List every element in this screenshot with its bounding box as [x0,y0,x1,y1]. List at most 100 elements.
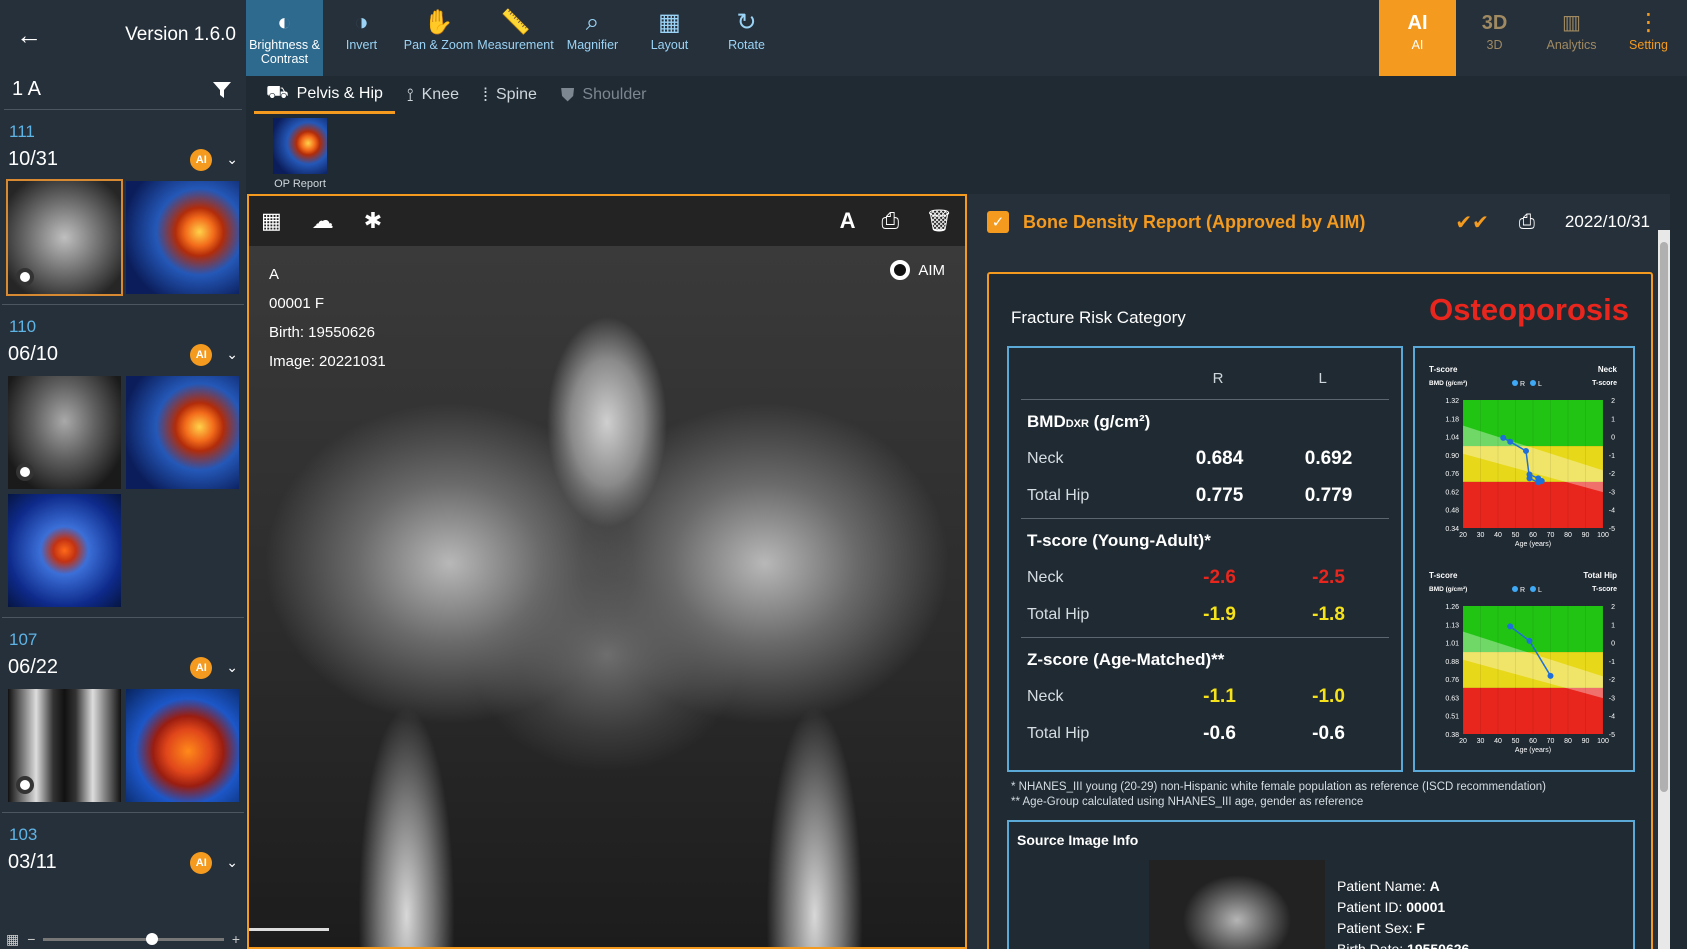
chevron-down-icon[interactable]: ⌄ [226,659,238,676]
bmd-tick-label: 0.90 [1445,453,1459,460]
chart-title: Total Hip [1583,571,1617,580]
trash-icon[interactable]: 🗑 [925,208,953,234]
col-right: R [1212,370,1224,387]
tool-brightness-contrast[interactable]: ◐ Brightness & Contrast [246,0,323,76]
more-vertical-icon: ⋮ [1636,9,1661,36]
tool-ai[interactable]: AI AI [1379,0,1456,76]
source-title: Source Image Info [1017,832,1139,848]
tool-label: 3D [1486,38,1503,52]
tool-analytics[interactable]: ▥ Analytics [1533,0,1610,76]
study-id: 110 [9,317,37,336]
slider-knob[interactable] [145,932,158,945]
back-arrow-icon[interactable]: ← [16,22,42,48]
footnotes: * NHANES_III young (20-29) non-Hispanic … [1011,780,1546,810]
report-thumbnail-strip: OP Report [246,114,1687,194]
table-icon[interactable]: ▦ [261,208,282,234]
bmd-tick-label: 0.38 [1445,732,1459,739]
bmd-tick-label: 1.32 [1445,398,1459,405]
3d-icon: 3D [1481,12,1508,34]
chart-title: Neck [1598,365,1618,374]
op-report-thumbnail[interactable]: OP Report [272,118,328,194]
bmd-tick-label: 0.76 [1445,677,1459,684]
t-score-tick-label: 0 [1611,641,1615,648]
thumbnail-spine-3d[interactable] [8,494,121,607]
zoom-in-icon[interactable]: + [232,931,240,947]
zoom-out-icon[interactable]: − [27,931,35,947]
tool-magnifier[interactable]: ⌕ Magnifier [554,0,631,76]
x-tick-label: 80 [1564,532,1572,539]
thumbnail-xray-pelvis[interactable] [6,179,123,296]
table-row: Neck 0.684 0.692 [1027,447,1353,469]
bug-icon[interactable]: ✱ [364,208,382,234]
study-item[interactable]: 111 10/31 AI ⌄ [2,110,244,305]
slider-track[interactable] [43,932,224,945]
tool-invert[interactable]: ◑ Invert [323,0,400,76]
print-icon[interactable]: ⎙ [1519,211,1535,234]
t-score-tick-label: 1 [1611,416,1615,423]
thumbnail-xray-spine[interactable] [8,376,121,489]
legend-label-r: R [1520,381,1525,388]
tab-spine[interactable]: ⁞ Spine [471,76,549,114]
grid-icon: ▦ [6,930,20,947]
source-image-info: Source Image Info Patient Name: A Patien… [1007,820,1635,949]
orientation-label: A [269,266,280,283]
section-title: T-score (Young-Adult)* [1027,531,1211,550]
chart-neck: T-score Neck BMD (g/cm²) T-score R L 1.32 1.18 1… [1421,360,1625,554]
tab-shoulder[interactable]: ⛊ Shoulder [549,76,659,114]
invert-icon: ◑ [354,9,369,36]
cloud-upload-icon[interactable]: ☁ [312,208,334,234]
x-tick-label: 50 [1512,532,1520,539]
study-id: 103 [9,825,38,844]
study-item[interactable]: 110 06/10 AI ⌄ [2,305,244,618]
tool-rotate[interactable]: ↻ Rotate [708,0,785,76]
tool-label: Measurement [477,38,554,52]
study-date: 06/10 [8,343,59,365]
tool-layout[interactable]: ▦ Layout [631,0,708,76]
table-row: Neck -2.6 -2.5 [1027,566,1345,588]
x-tick-label: 60 [1529,738,1537,745]
thumbnail-size-slider[interactable]: ▦ − + [0,929,246,949]
print-icon[interactable]: ⎙ [881,208,899,234]
tool-measurement[interactable]: 📏 Measurement [477,0,554,76]
study-id: 111 [9,122,35,141]
tab-pelvis-hip[interactable]: ⛟ Pelvis & Hip [254,76,395,114]
image-date: Image: 20221031 [269,353,386,370]
x-tick-label: 50 [1512,738,1520,745]
thumbnail-xray-knee[interactable] [8,689,121,802]
study-item[interactable]: 103 03/11 AI ⌄ [2,813,244,874]
aim-marker-icon [16,268,34,286]
tool-3d[interactable]: 3D 3D [1456,0,1533,76]
scrollbar-thumb[interactable] [1660,242,1668,792]
sidebar-header: ← Version 1.6.0 [0,0,246,70]
chevron-down-icon[interactable]: ⌄ [226,854,238,871]
chevron-down-icon[interactable]: ⌄ [226,346,238,363]
t-score-tick-label: 2 [1611,604,1615,611]
spine-icon: ⁞ [482,84,488,105]
t-score-tick-label: -4 [1609,714,1615,721]
annotation-text-icon[interactable]: A [840,208,856,234]
data-point-R [1500,434,1507,441]
tool-label: AI [1411,38,1424,52]
filter-icon[interactable] [212,80,232,100]
study-date: 03/11 [8,851,57,873]
legend-label-r: R [1520,587,1525,594]
tab-knee[interactable]: ⟟ Knee [395,76,471,114]
study-item[interactable]: 107 06/22 AI ⌄ [2,618,244,813]
chevron-down-icon[interactable]: ⌄ [226,151,238,168]
thumbnail-hip-3d[interactable] [126,181,239,294]
double-check-icon[interactable]: ✔✔ [1455,210,1489,235]
chart-left-label: T-score [1429,365,1458,374]
tool-setting[interactable]: ⋮ Setting [1610,0,1687,76]
source-image-thumbnail[interactable] [1149,860,1325,949]
approved-check-icon[interactable]: ✓ [987,211,1009,233]
x-tick-label: 30 [1477,532,1485,539]
bmd-tick-label: 1.01 [1445,641,1459,648]
tool-pan-zoom[interactable]: ✋ Pan & Zoom [400,0,477,76]
tool-label: Layout [650,38,689,52]
thumbnail-knee-3d[interactable] [126,689,239,802]
image-viewer[interactable]: ▦ ☁ ✱ A ⎙ 🗑 A 00001 F Birth: 19550626 Im… [247,194,967,949]
report-scrollbar[interactable] [1658,230,1670,949]
thumbnail-hip-3d[interactable] [126,376,239,489]
viewer-toolbar: ▦ ☁ ✱ A ⎙ 🗑 [249,196,965,246]
tool-label: Magnifier [566,38,619,52]
